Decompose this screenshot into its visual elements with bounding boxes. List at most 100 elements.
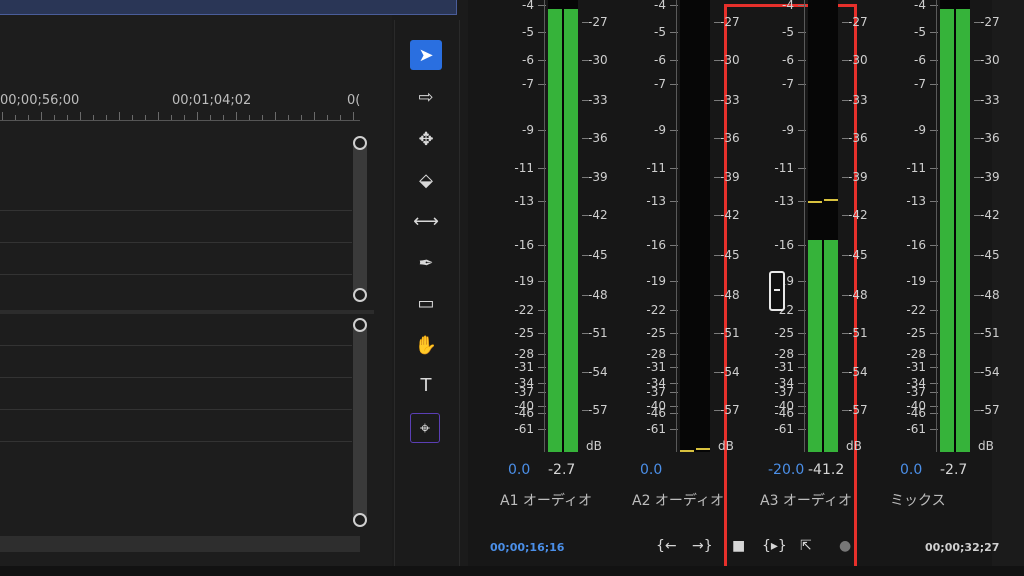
meter-scale-label: -13 [774,194,794,208]
remix-tool-icon[interactable]: ⌖ [410,413,440,443]
video-vertical-scrollbar[interactable] [353,140,367,296]
meter-scale-label: -36 [848,131,868,145]
meter-scale-label: -31 [906,360,926,374]
rectangle-tool-icon[interactable]: ▭ [410,288,442,318]
meter-scale-label: -42 [720,208,740,222]
selection-tool-icon[interactable]: ➤ [410,40,442,70]
pan-value[interactable]: 0.0 [640,462,662,478]
video-track[interactable] [0,210,352,211]
meter-scale-label: -51 [848,326,868,340]
stop-icon[interactable]: ■ [732,538,745,554]
meter-scale-label: -45 [980,248,1000,262]
meter-bar-right [956,9,970,452]
pan-value[interactable]: 0.0 [508,462,530,478]
razor-tool-icon[interactable]: ⬙ [410,165,442,195]
db-label: dB [586,439,602,453]
meter-scale-label: -11 [646,161,666,175]
meter-scale-label: -33 [720,93,740,107]
meter-scale-label: -30 [980,53,1000,67]
timecode-in[interactable]: 00;00;16;16 [490,541,564,554]
meter-scale-label: -39 [980,170,1000,184]
meter-scale-label: -46 [514,406,534,420]
volume-fader-a3[interactable] [769,271,785,311]
ruler-tick [41,112,42,120]
ruler-tick [223,115,224,120]
export-icon[interactable]: ⇱ [800,538,812,554]
meter-scale-label: -19 [906,274,926,288]
ruler-tick [275,112,276,120]
ruler-tick [80,112,81,120]
track-divider[interactable] [0,310,374,314]
meter-scale-label: -27 [848,15,868,29]
meter-scale-label: -57 [980,403,1000,417]
audio-track[interactable] [0,441,352,442]
audio-track[interactable] [0,345,352,346]
video-track[interactable] [0,274,352,275]
meter-peak-right [824,199,838,201]
meter-scale-label: -27 [980,15,1000,29]
slip-tool-icon[interactable]: ⟷ [410,206,442,236]
meter-scale-label: -37 [906,385,926,399]
audio-track[interactable] [0,377,352,378]
meter-bar-left [808,240,822,452]
meter-scale-label: -5 [782,25,794,39]
meter-scale-label: -5 [522,25,534,39]
scroll-handle-top[interactable] [353,318,367,332]
meter-scale-label: -36 [980,131,1000,145]
meter-scale-label: -5 [914,25,926,39]
type-tool-icon[interactable]: T [410,370,442,400]
meter-scale-label: -48 [980,288,1000,302]
meter-scale-label: -46 [774,406,794,420]
video-track[interactable] [0,242,352,243]
meter-scale-label: -46 [646,406,666,420]
track-select-tool-icon[interactable]: ⇨ [410,82,442,112]
pen-tool-icon[interactable]: ✒ [410,248,442,278]
ruler-tick [327,115,328,120]
meter-scale-label: -11 [906,161,926,175]
audio-track[interactable] [0,409,352,410]
ruler-tick [249,115,250,120]
meter-peak-right [696,448,710,450]
meter-scale-label: -37 [774,385,794,399]
meter-scale-label: -13 [514,194,534,208]
hand-tool-icon[interactable]: ✋ [410,330,442,360]
horizontal-scrollbar[interactable] [0,536,360,552]
meter-scale-label: -27 [720,15,740,29]
ripple-edit-tool-icon[interactable]: ✥ [410,124,442,154]
level-value: -2.7 [548,462,576,478]
timecode-out: 00;00;32;27 [925,541,1000,554]
meter-scale-label: -45 [848,248,868,262]
go-to-in-icon[interactable]: {← [656,538,677,554]
meter-scale-label: -57 [720,403,740,417]
ruler-tick [288,115,289,120]
meter-scale-label: -42 [980,208,1000,222]
meter-bar-left [548,9,562,452]
meter-scale-label: -54 [720,365,740,379]
meter-scale-label: -25 [774,326,794,340]
pan-value[interactable]: -20.0 [768,462,804,478]
channel-name-a1: A1 オーディオ [500,493,592,509]
ruler-tick [2,112,3,120]
go-to-out-icon[interactable]: →} [692,538,713,554]
meter-scale-label: -54 [588,365,608,379]
scroll-handle-bottom[interactable] [353,513,367,527]
meter-scale-label: -7 [782,77,794,91]
meter-scale-label: -33 [588,93,608,107]
meter-scale-label: -37 [646,385,666,399]
meter-scale-label: -33 [848,93,868,107]
channel-name-a2: A2 オーディオ [632,493,724,509]
meter-scale-label: -39 [588,170,608,184]
meter-scale-label: -31 [774,360,794,374]
meter-scale-label: -6 [522,53,534,67]
record-icon[interactable]: ● [839,538,851,554]
meter-scale-label: -22 [646,303,666,317]
meter-scale-label: -25 [646,326,666,340]
pan-value[interactable]: 0.0 [900,462,922,478]
meter-scale-label: -57 [848,403,868,417]
scroll-handle-top[interactable] [353,136,367,150]
audio-vertical-scrollbar[interactable] [353,322,367,524]
ruler-tick [262,115,263,120]
loop-in-out-icon[interactable]: {▸} [762,538,787,554]
meter-scale-label: -46 [906,406,926,420]
scroll-handle-bottom[interactable] [353,288,367,302]
